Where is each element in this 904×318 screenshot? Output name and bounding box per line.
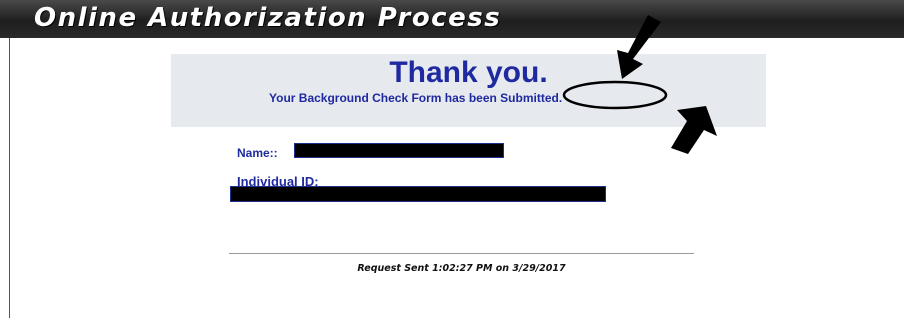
page-title: Online Authorization Process (34, 3, 502, 33)
divider (229, 253, 694, 254)
request-sent-timestamp: Request Sent 1:02:27 PM on 3/29/2017 (357, 263, 566, 274)
page-header: Online Authorization Process (0, 0, 904, 38)
confirmation-heading: Thank you. (389, 56, 548, 89)
name-label: Name:: (237, 146, 278, 160)
name-redacted-value (294, 143, 504, 158)
confirmation-panel: Thank you. Your Background Check Form ha… (171, 54, 766, 127)
left-border (9, 38, 10, 318)
individual-id-redacted-value (230, 186, 606, 202)
confirmation-message: Your Background Check Form has been Subm… (269, 91, 563, 105)
